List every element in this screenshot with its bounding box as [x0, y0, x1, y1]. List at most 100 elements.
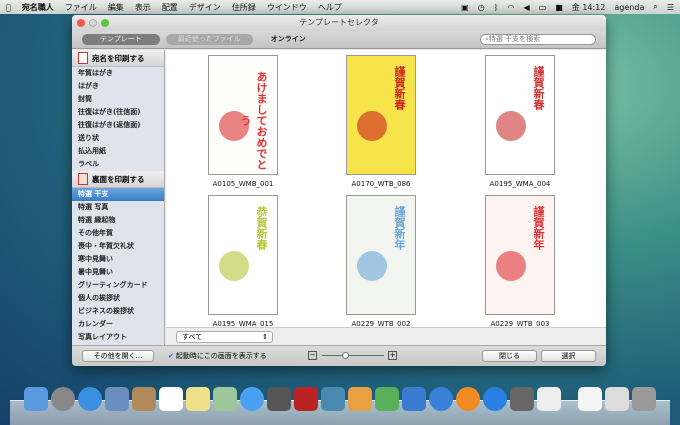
sidebar-item[interactable]: 往復はがき(往信面) — [72, 106, 164, 119]
sidebar-item[interactable]: 送り状 — [72, 132, 164, 145]
zoom-slider[interactable] — [322, 352, 384, 359]
menu-edit[interactable]: 編集 — [108, 2, 124, 13]
safari-icon[interactable] — [78, 387, 102, 411]
sidebar-item[interactable]: 写真レイアウト — [72, 331, 164, 344]
clock[interactable]: 金 14:12 — [572, 2, 606, 13]
notes-icon[interactable] — [186, 387, 210, 411]
facetime-icon[interactable] — [267, 387, 291, 411]
tab-template[interactable]: テンプレート — [82, 34, 160, 45]
sidebar-item[interactable]: 封筒 — [72, 93, 164, 106]
atena-shokunin-icon[interactable] — [537, 387, 561, 411]
template-thumbnail[interactable]: 謹賀新年 — [485, 195, 555, 315]
pages-icon[interactable] — [348, 387, 372, 411]
menu-address[interactable]: 住所録 — [232, 2, 256, 13]
sidebar-item[interactable]: 払込用紙 — [72, 145, 164, 158]
keynote-icon[interactable] — [402, 387, 426, 411]
itunes-icon[interactable] — [429, 387, 453, 411]
system-preferences-icon[interactable] — [510, 387, 534, 411]
user-name[interactable]: agenda — [614, 3, 644, 12]
sidebar-item[interactable]: グリーティングカード — [72, 279, 164, 292]
sidebar-item[interactable]: 特選 縁起物 — [72, 214, 164, 227]
template-grid: あけましておめでとう A0105_WMB_001 謹賀新春 A0170_WTB_… — [166, 50, 606, 328]
template-card[interactable]: あけましておめでとう A0105_WMB_001 — [208, 55, 278, 188]
section-print-back[interactable]: 裏面を印刷する — [72, 171, 164, 188]
finder-icon[interactable] — [24, 387, 48, 411]
sidebar-item[interactable]: 喪中・年賀欠礼状 — [72, 240, 164, 253]
template-thumbnail[interactable]: あけましておめでとう — [208, 55, 278, 175]
illustration — [357, 111, 387, 141]
address-card-icon — [78, 52, 88, 64]
menu-file[interactable]: ファイル — [65, 2, 97, 13]
sidebar-item[interactable]: ビジネスの挨拶状 — [72, 305, 164, 318]
airplay-icon[interactable]: ▣ — [461, 3, 469, 12]
sidebar-item-selected[interactable]: 特選 干支 — [72, 188, 164, 201]
zoom-in-icon[interactable]: + — [388, 351, 397, 360]
contacts-icon[interactable] — [132, 387, 156, 411]
input-icon[interactable]: ■ — [555, 3, 563, 12]
menu-design[interactable]: デザイン — [189, 2, 221, 13]
sidebar-item[interactable]: 往復はがき(返信面) — [72, 119, 164, 132]
sidebar-item[interactable]: その他年賀 — [72, 227, 164, 240]
template-card[interactable]: 謹賀新春 A0170_WTB_086 — [346, 55, 416, 188]
zoom-out-icon[interactable]: − — [308, 351, 317, 360]
menu-app[interactable]: 宛名職人 — [22, 2, 54, 13]
document-stack-icon[interactable] — [605, 387, 629, 411]
template-card[interactable]: 恭賀新春 A0195_WMA_015 — [208, 195, 278, 328]
show-on-launch-checkbox[interactable]: ✔ 起動時にこの画面を表示する — [168, 351, 267, 361]
battery-icon[interactable]: ▭ — [539, 3, 547, 12]
sidebar-item[interactable]: はがき — [72, 80, 164, 93]
spotlight-icon[interactable]: ⌕ — [653, 2, 657, 12]
preview-icon[interactable] — [105, 387, 129, 411]
section-print-address[interactable]: 宛名を印刷する — [72, 50, 164, 67]
sidebar-item[interactable]: 寒中見舞い — [72, 253, 164, 266]
sidebar-item[interactable]: 個人の挨拶状 — [72, 292, 164, 305]
launchpad-icon[interactable] — [51, 387, 75, 411]
apple-icon[interactable]:  — [6, 3, 11, 12]
sidebar-item[interactable]: ラベル — [72, 158, 164, 171]
app-store-icon[interactable] — [483, 387, 507, 411]
sidebar: 宛名を印刷する 年賀はがき はがき 封筒 往復はがき(往信面) 往復はがき(返信… — [72, 50, 165, 345]
zoom-window-button[interactable] — [101, 19, 109, 27]
template-card[interactable]: 謹賀新春 A0195_WMA_004 — [485, 55, 555, 188]
menu-window[interactable]: ウインドウ — [267, 2, 307, 13]
template-card[interactable]: 謹賀新年 A0229_WTB_003 — [485, 195, 555, 328]
category-select[interactable]: すべて ⇕ — [176, 331, 273, 343]
calendar-icon[interactable] — [159, 387, 183, 411]
numbers-icon[interactable] — [375, 387, 399, 411]
messages-icon[interactable] — [240, 387, 264, 411]
ibooks-icon[interactable] — [456, 387, 480, 411]
select-button[interactable]: 選択 — [541, 350, 596, 362]
tab-recent-files[interactable]: 最近使ったファイル — [165, 34, 253, 45]
sidebar-item[interactable]: 年賀はがき — [72, 67, 164, 80]
template-card[interactable]: 謹賀新年 A0229_WTB_002 — [346, 195, 416, 328]
template-thumbnail[interactable]: 謹賀新春 — [485, 55, 555, 175]
bluetooth-icon[interactable]: ᛒ — [494, 3, 499, 12]
illustration — [357, 251, 387, 281]
template-name: A0170_WTB_086 — [351, 180, 411, 188]
menu-help[interactable]: ヘルプ — [318, 2, 342, 13]
close-button[interactable]: 閉じる — [482, 350, 537, 362]
tab-online[interactable]: オンライン — [259, 34, 318, 45]
sidebar-item[interactable]: 暑中見舞い — [72, 266, 164, 279]
sidebar-item[interactable]: カレンダー — [72, 318, 164, 331]
minimize-window-button[interactable] — [89, 19, 97, 27]
time-machine-icon[interactable]: ◷ — [478, 3, 485, 12]
notification-icon[interactable]: ☰ — [667, 3, 674, 12]
template-thumbnail[interactable]: 恭賀新春 — [208, 195, 278, 315]
maps-icon[interactable] — [213, 387, 237, 411]
menu-view[interactable]: 表示 — [135, 2, 151, 13]
wifi-icon[interactable]: ◠ — [508, 3, 515, 12]
photo-booth-icon[interactable] — [294, 387, 318, 411]
template-thumbnail[interactable]: 謹賀新年 — [346, 195, 416, 315]
document-icon[interactable] — [578, 387, 602, 411]
iphoto-icon[interactable] — [321, 387, 345, 411]
search-input[interactable]: ⌕特選 干支を検索 — [480, 34, 596, 45]
trash-icon[interactable] — [632, 387, 656, 411]
close-window-button[interactable] — [77, 19, 85, 27]
volume-icon[interactable]: ◀ — [524, 3, 530, 12]
open-other-button[interactable]: その他を開く... — [82, 350, 154, 362]
zoom-slider-knob[interactable] — [342, 352, 350, 359]
sidebar-item[interactable]: 特選 写真 — [72, 201, 164, 214]
template-thumbnail[interactable]: 謹賀新春 — [346, 55, 416, 175]
menu-arrange[interactable]: 配置 — [162, 2, 178, 13]
